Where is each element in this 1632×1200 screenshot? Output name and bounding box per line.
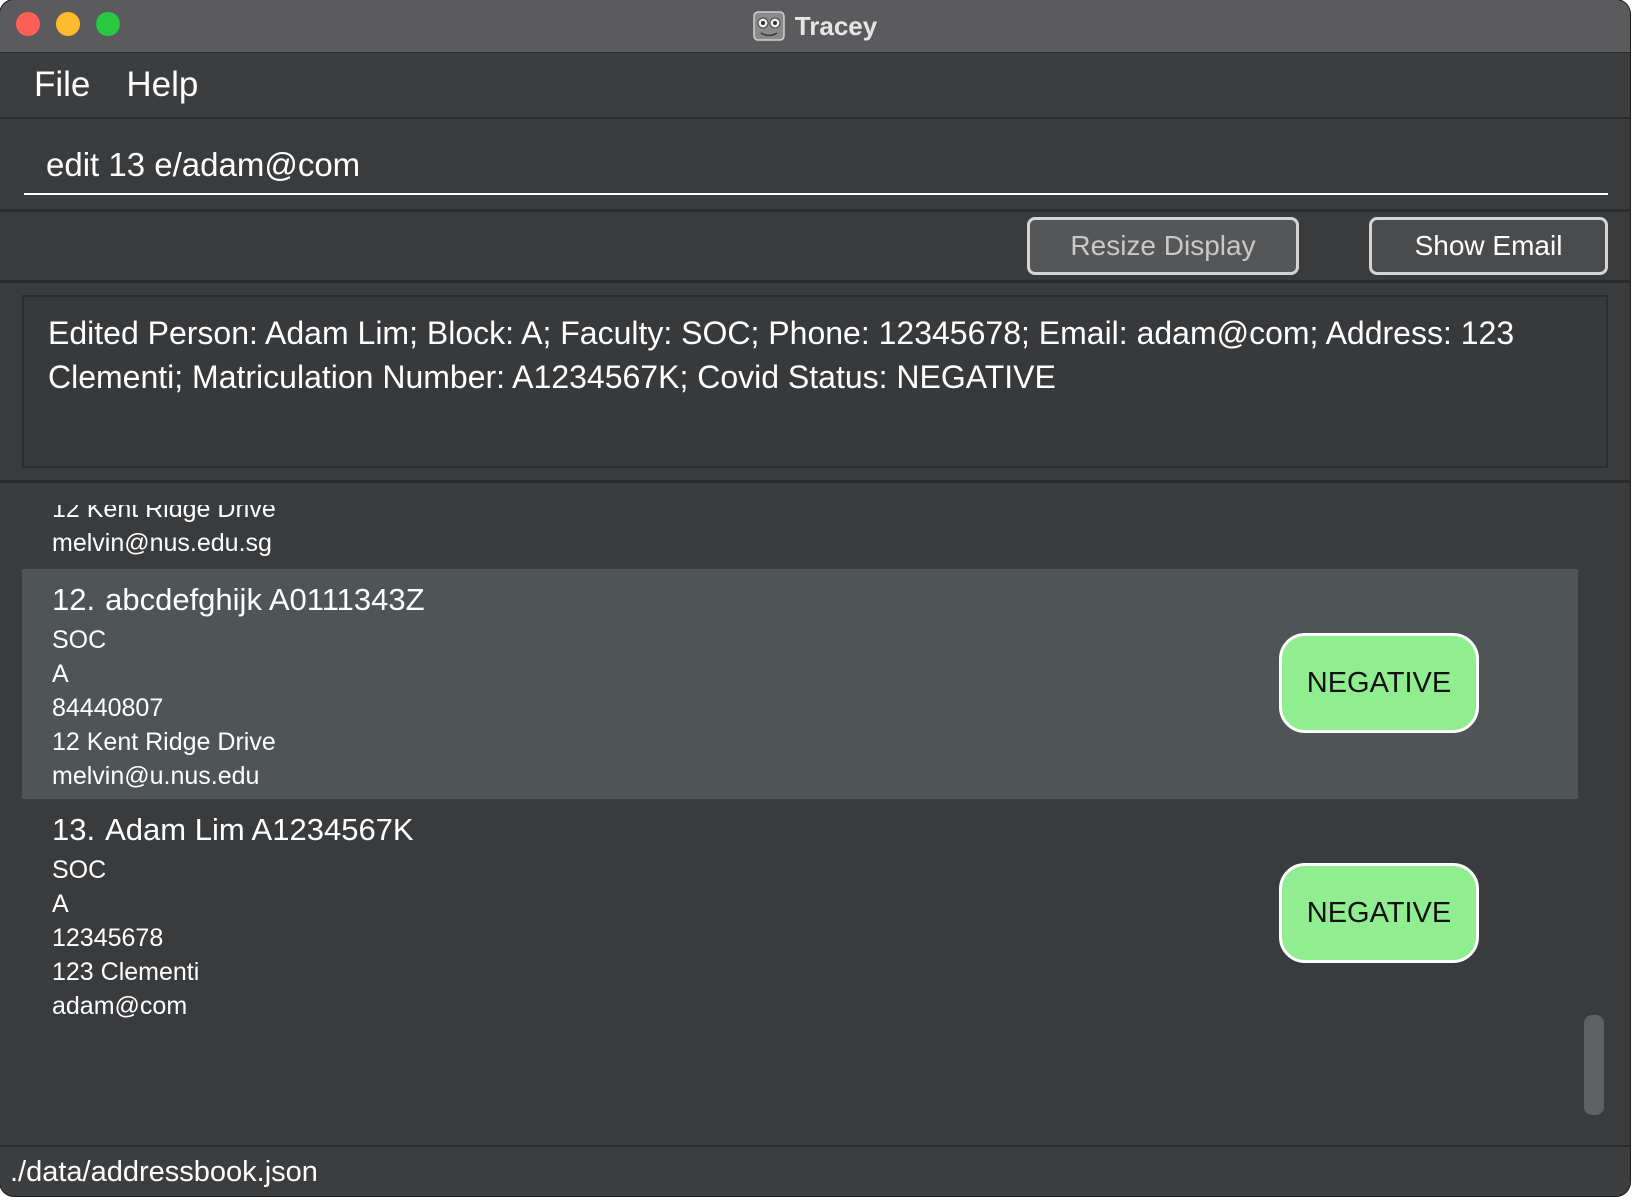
person-address: 12 Kent Ridge Drive xyxy=(52,505,276,523)
person-name-line: 13. Adam Lim A1234567K xyxy=(52,809,1578,851)
person-index: 12. xyxy=(52,582,96,617)
result-display[interactable]: Edited Person: Adam Lim; Block: A; Facul… xyxy=(22,295,1608,468)
person-list[interactable]: 12 Kent Ridge Drive melvin@nus.edu.sg 12… xyxy=(0,483,1630,1143)
person-name: abcdefghijk A0111343Z xyxy=(105,582,425,617)
person-index: 13. xyxy=(52,812,96,847)
person-name: Adam Lim A1234567K xyxy=(105,812,414,847)
title-bar[interactable]: Tracey xyxy=(0,0,1630,53)
save-location-path: ./data/addressbook.json xyxy=(10,1156,318,1188)
window-title-group: Tracey xyxy=(0,0,1630,52)
app-logo-icon xyxy=(753,11,785,41)
covid-status-badge: NEGATIVE xyxy=(1279,863,1479,963)
person-card-12[interactable]: 12. abcdefghijk A0111343Z SOC A 84440807 … xyxy=(22,569,1578,799)
button-row: Resize Display Show Email xyxy=(0,212,1630,283)
person-email: melvin@u.nus.edu xyxy=(52,762,260,790)
person-email: adam@com xyxy=(52,992,188,1020)
command-input[interactable] xyxy=(24,137,1608,195)
person-list-content: 12 Kent Ridge Drive melvin@nus.edu.sg 12… xyxy=(22,505,1578,1029)
person-email: melvin@nus.edu.sg xyxy=(52,529,272,557)
person-name-line: 12. abcdefghijk A0111343Z xyxy=(52,579,1578,621)
person-card-partial[interactable]: 12 Kent Ridge Drive melvin@nus.edu.sg xyxy=(22,505,1578,569)
command-box-area xyxy=(0,119,1630,212)
result-display-area: Edited Person: Adam Lim; Block: A; Facul… xyxy=(0,283,1630,483)
menu-file[interactable]: File xyxy=(16,65,108,105)
menu-help[interactable]: Help xyxy=(108,65,216,105)
person-card-13[interactable]: 13. Adam Lim A1234567K SOC A 12345678 123… xyxy=(22,799,1578,1029)
show-email-button[interactable]: Show Email xyxy=(1369,217,1608,275)
window-title: Tracey xyxy=(794,10,878,41)
app-window: Tracey File Help Resize Display Show Ema… xyxy=(0,0,1630,1196)
status-bar: ./data/addressbook.json xyxy=(0,1145,1630,1196)
menu-bar: File Help xyxy=(0,53,1630,119)
list-scrollbar-thumb[interactable] xyxy=(1584,1015,1604,1115)
resize-display-button[interactable]: Resize Display xyxy=(1027,217,1299,275)
covid-status-badge: NEGATIVE xyxy=(1279,633,1479,733)
person-card-partial-content: 12 Kent Ridge Drive melvin@nus.edu.sg xyxy=(52,505,276,560)
